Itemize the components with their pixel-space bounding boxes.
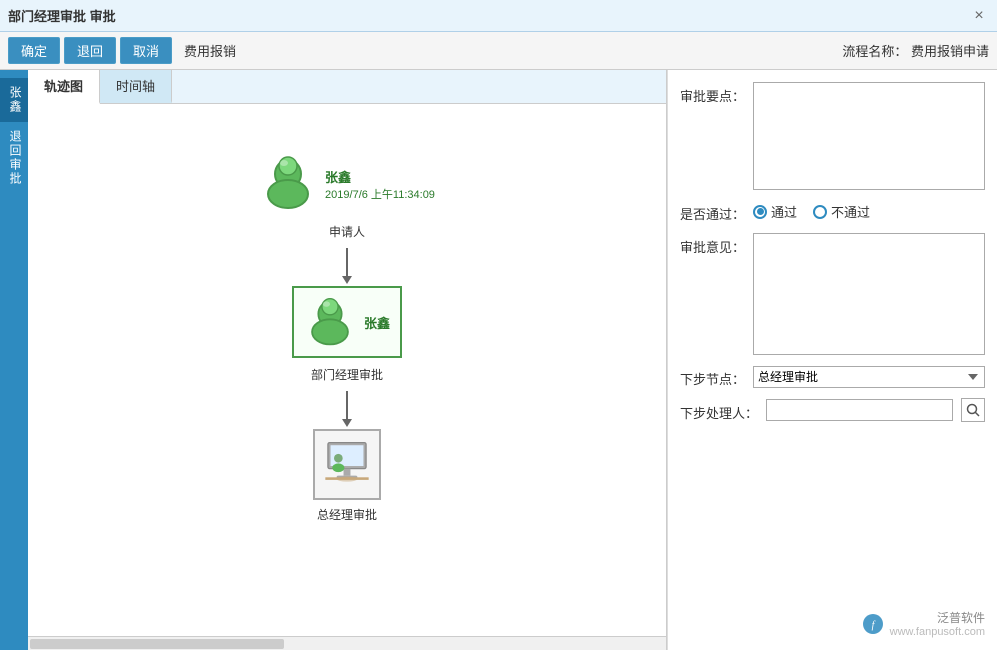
- flow-name-value: 费用报销申请: [911, 44, 989, 59]
- tab-bar: 轨迹图 时间轴: [28, 70, 666, 104]
- comment-row: 审批意见：: [680, 233, 985, 355]
- flow-name-label: 流程名称： 费用报销申请: [842, 41, 989, 60]
- back-button[interactable]: 退回: [64, 37, 116, 64]
- center-panel: 轨迹图 时间轴: [28, 70, 667, 650]
- toolbar: 确定 退回 取消 费用报销 流程名称： 费用报销申请: [0, 32, 997, 70]
- person-icon-1: [259, 152, 317, 214]
- module-label: 费用报销: [184, 41, 236, 60]
- tab-timeline[interactable]: 时间轴: [100, 70, 172, 103]
- radio-reject[interactable]: 不通过: [813, 202, 870, 221]
- flow-inner: 张鑫 2019/7/6 上午11:34:09 申请人: [28, 104, 666, 636]
- connector-2: [346, 391, 348, 421]
- approval-key-textarea[interactable]: [753, 82, 985, 190]
- pass-label: 是否通过：: [680, 200, 745, 223]
- logo-text: 泛普软件 www.fanpusoft.com: [890, 609, 985, 638]
- next-node-select[interactable]: 总经理审批: [753, 366, 985, 388]
- approval-key-label: 审批要点：: [680, 82, 745, 105]
- close-button[interactable]: ×: [969, 6, 989, 26]
- next-handler-label: 下步处理人：: [680, 399, 758, 422]
- radio-pass[interactable]: 通过: [753, 202, 797, 221]
- connector-1: [346, 248, 348, 278]
- window-title: 部门经理审批 审批: [8, 6, 116, 25]
- brand-logo-icon: f: [862, 613, 884, 635]
- title-bar: 部门经理审批 审批 ×: [0, 0, 997, 32]
- right-panel: 审批要点： 是否通过： 通过 不通过 审批意见： 下步节: [667, 70, 997, 650]
- person-icon-2: [304, 294, 356, 350]
- radio-pass-circle: [753, 205, 767, 219]
- node1-role: 申请人: [329, 223, 365, 240]
- next-handler-row: 下步处理人：: [680, 398, 985, 422]
- comment-textarea[interactable]: [753, 233, 985, 355]
- search-handler-button[interactable]: [961, 398, 985, 422]
- sidebar-item-nav[interactable]: 退回审批: [0, 122, 28, 194]
- pass-radio-group: 通过 不通过: [753, 200, 870, 221]
- main-content: 张鑫 退回审批 轨迹图 时间轴: [0, 70, 997, 650]
- tab-trajectory[interactable]: 轨迹图: [28, 70, 100, 104]
- flow-node-manager: 张鑫 部门经理审批: [292, 286, 402, 383]
- computer-icon: [321, 437, 373, 489]
- pass-row: 是否通过： 通过 不通过: [680, 200, 985, 223]
- horizontal-scrollbar[interactable]: [28, 636, 666, 650]
- scrollbar-thumb: [30, 639, 284, 649]
- logo-area: f 泛普软件 www.fanpusoft.com: [680, 605, 985, 638]
- next-node-label: 下步节点：: [680, 365, 745, 388]
- radio-pass-label: 通过: [771, 202, 797, 221]
- cancel-button[interactable]: 取消: [120, 37, 172, 64]
- flow-diagram-area[interactable]: 张鑫 2019/7/6 上午11:34:09 申请人: [28, 104, 666, 636]
- node3-role: 总经理审批: [317, 506, 377, 523]
- flow-node-general-manager: 总经理审批: [313, 429, 381, 523]
- node1-name: 张鑫: [325, 167, 435, 186]
- confirm-button[interactable]: 确定: [8, 37, 60, 64]
- next-node-row: 下步节点： 总经理审批: [680, 365, 985, 388]
- node1-time: 2019/7/6 上午11:34:09: [325, 186, 435, 202]
- flow-node-applicant: 张鑫 2019/7/6 上午11:34:09 申请人: [259, 152, 435, 240]
- comment-label: 审批意见：: [680, 233, 745, 256]
- approval-key-row: 审批要点：: [680, 82, 985, 190]
- node2-name: 张鑫: [364, 313, 390, 332]
- search-icon: [966, 403, 980, 417]
- next-handler-input[interactable]: [766, 399, 953, 421]
- radio-reject-circle: [813, 205, 827, 219]
- node2-role: 部门经理审批: [311, 366, 383, 383]
- sidebar-item-user[interactable]: 张鑫: [0, 78, 28, 122]
- left-sidebar: 张鑫 退回审批: [0, 70, 28, 650]
- radio-reject-label: 不通过: [831, 202, 870, 221]
